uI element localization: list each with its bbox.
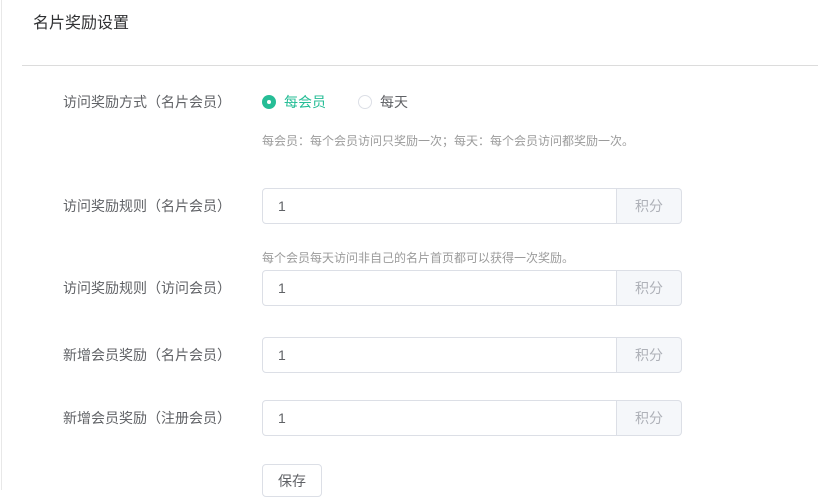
new-member-reward-registered-input-group: 积分 <box>262 400 682 436</box>
radio-option-per-member-label: 每会员 <box>284 92 326 112</box>
radio-option-per-day-label: 每天 <box>380 92 408 112</box>
visit-reward-visitor-member-label: 访问奖励规则（访问会员） <box>63 278 262 298</box>
form-row-visit-reward-visitor-member: 访问奖励规则（访问会员） 积分 <box>0 270 820 306</box>
points-unit-addon: 积分 <box>617 188 682 224</box>
new-member-reward-registered-label: 新增会员奖励（注册会员） <box>63 408 262 428</box>
form-row-visit-reward-card-member: 访问奖励规则（名片会员） 积分 <box>0 188 820 224</box>
panel-left-border <box>1 0 2 490</box>
reward-settings-form: 访问奖励方式（名片会员） 每会员 每天 每会员：每个会员访问只奖励一次；每天：每… <box>0 92 820 497</box>
visit-reward-card-member-input[interactable] <box>262 188 617 224</box>
form-row-new-member-reward-card: 新增会员奖励（名片会员） 积分 <box>0 337 820 373</box>
visit-reward-card-member-input-group: 积分 <box>262 188 682 224</box>
points-unit-addon: 积分 <box>617 400 682 436</box>
visit-reward-visitor-member-input[interactable] <box>262 270 617 306</box>
radio-selected-icon[interactable] <box>262 95 276 109</box>
new-member-reward-registered-input[interactable] <box>262 400 617 436</box>
new-member-reward-card-input[interactable] <box>262 337 617 373</box>
save-row: 保存 <box>262 464 820 497</box>
visit-reward-helper-text: 每个会员每天访问非自己的名片首页都可以获得一次奖励。 <box>262 251 820 265</box>
page-title: 名片奖励设置 <box>0 0 820 33</box>
radio-option-per-member[interactable]: 每会员 <box>262 92 326 112</box>
visit-reward-card-member-label: 访问奖励规则（名片会员） <box>63 196 262 216</box>
form-row-new-member-reward-registered: 新增会员奖励（注册会员） 积分 <box>0 400 820 436</box>
save-button[interactable]: 保存 <box>262 464 322 497</box>
radio-unselected-icon[interactable] <box>358 95 372 109</box>
new-member-reward-card-input-group: 积分 <box>262 337 682 373</box>
title-divider <box>22 65 818 66</box>
visit-reward-visitor-member-input-group: 积分 <box>262 270 682 306</box>
reward-mode-radio-group: 每会员 每天 <box>262 92 408 112</box>
reward-mode-helper-text: 每会员：每个会员访问只奖励一次；每天：每个会员访问都奖励一次。 <box>262 134 820 148</box>
points-unit-addon: 积分 <box>617 270 682 306</box>
radio-option-per-day[interactable]: 每天 <box>358 92 408 112</box>
reward-mode-label: 访问奖励方式（名片会员） <box>63 92 262 112</box>
form-row-reward-mode: 访问奖励方式（名片会员） 每会员 每天 <box>0 92 820 112</box>
points-unit-addon: 积分 <box>617 337 682 373</box>
new-member-reward-card-label: 新增会员奖励（名片会员） <box>63 345 262 365</box>
